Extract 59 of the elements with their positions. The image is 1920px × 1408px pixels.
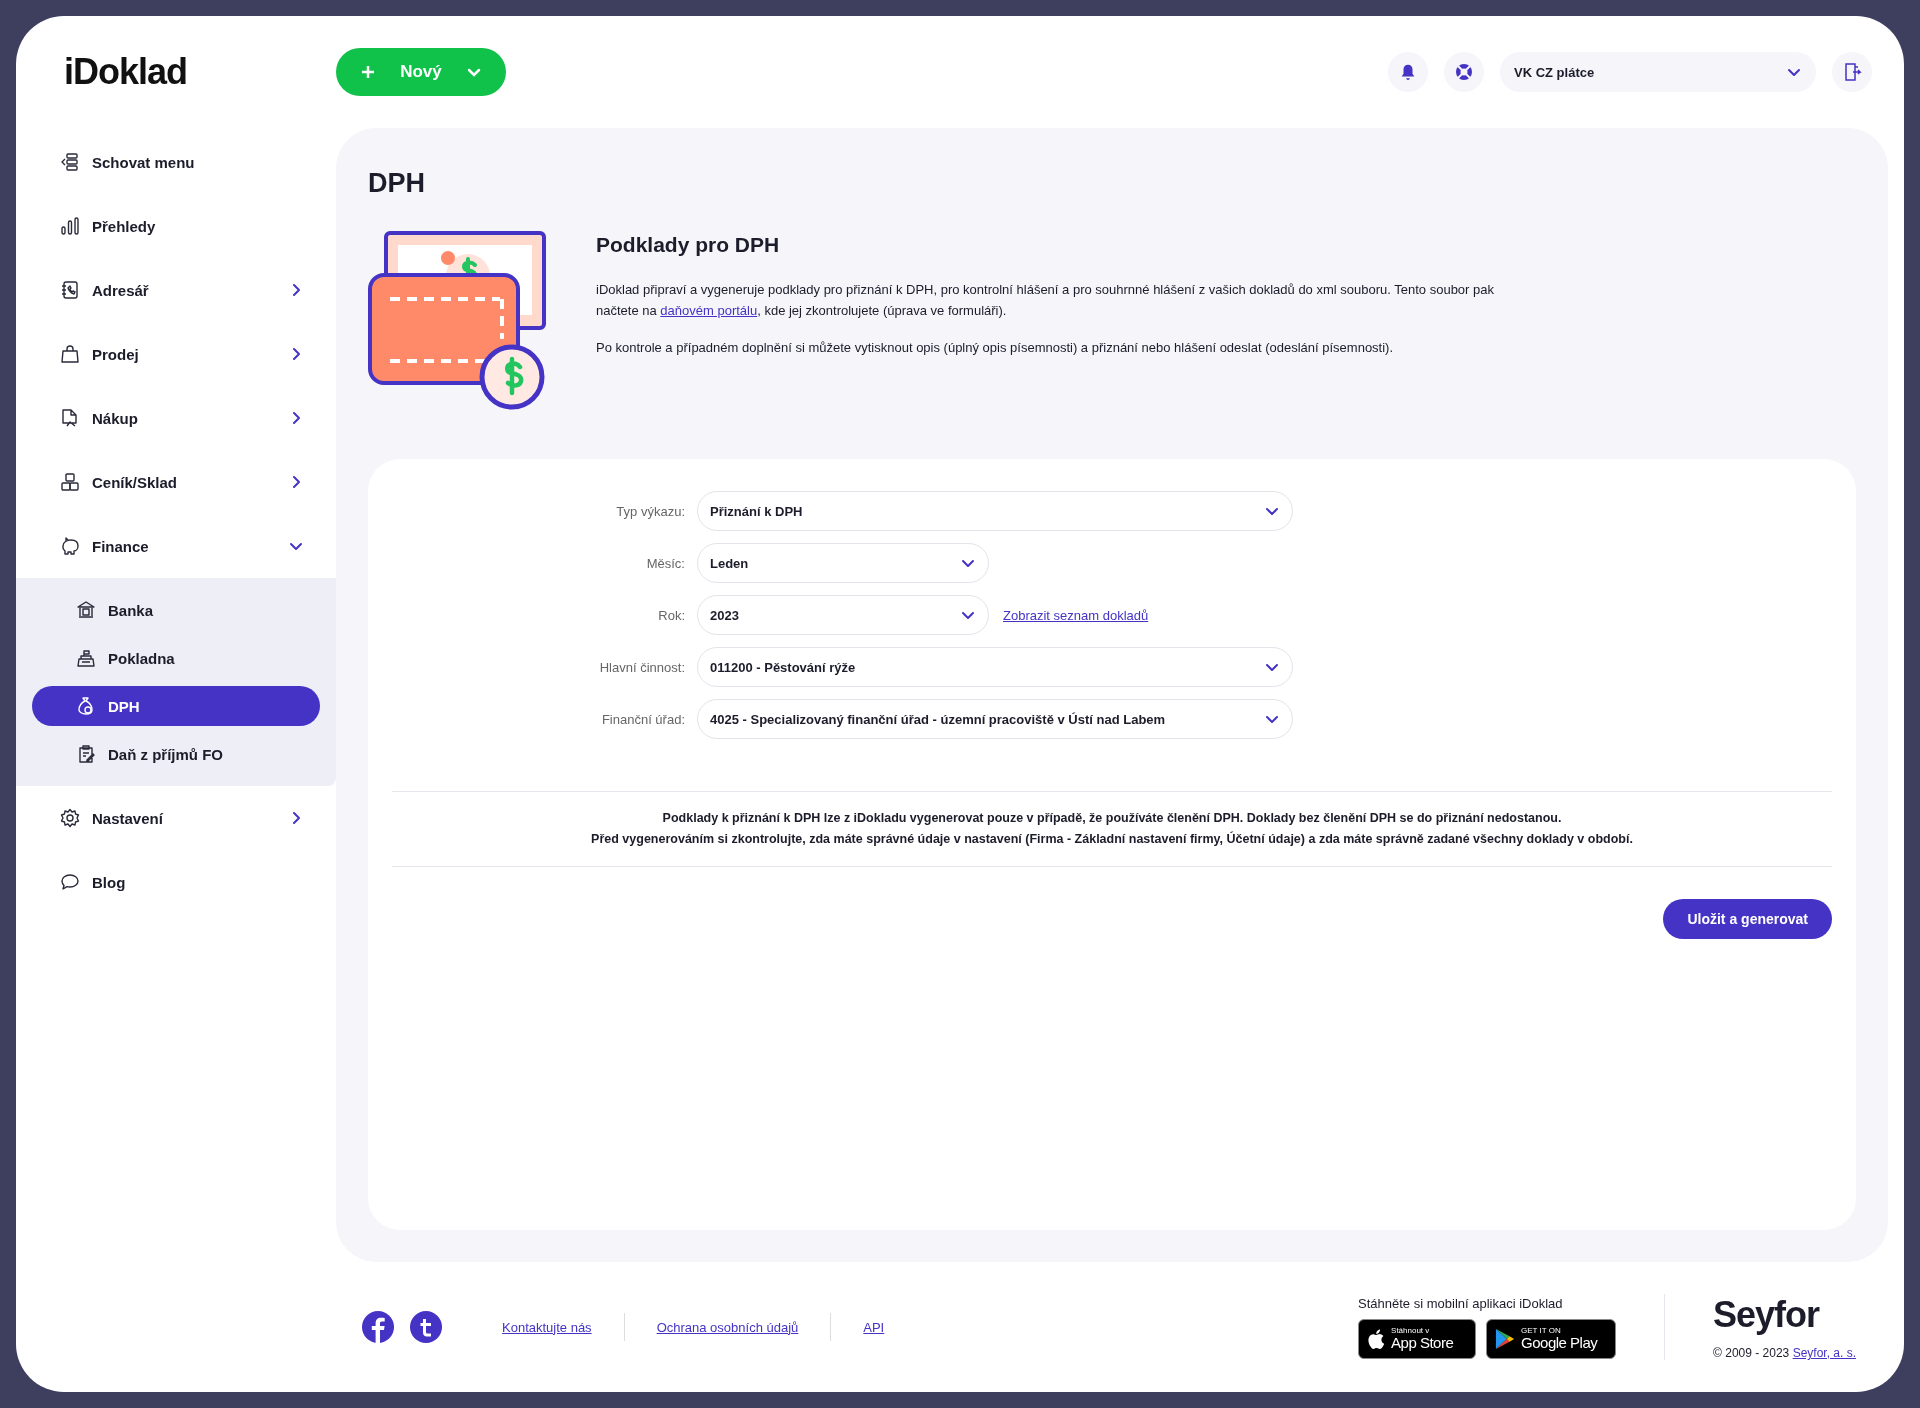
bar-chart-icon (60, 216, 80, 236)
cash-register-icon (76, 648, 96, 668)
sidebar-item[interactable]: Blog (16, 850, 336, 914)
plus-icon (360, 64, 376, 80)
sidebar-item[interactable]: Nákup (16, 386, 336, 450)
logout-button[interactable] (1832, 52, 1872, 92)
section-heading: Podklady pro DPH (596, 233, 781, 257)
page-title: DPH (368, 168, 426, 199)
copyright-text: © 2009 - 2023 Seyfor, a. s. (1713, 1346, 1856, 1360)
field-label: Typ výkazu: (615, 503, 685, 519)
footer-link[interactable]: API (863, 1319, 885, 1335)
sidebar-item[interactable]: Adresář (16, 258, 336, 322)
sidebar-item[interactable]: Přehledy (16, 194, 336, 258)
sidebar-subitem[interactable]: Pokladna (32, 638, 320, 678)
document-list-link[interactable]: Zobrazit seznam dokladů (1003, 607, 1149, 623)
sidebar-subitem[interactable]: Daň z příjmů FO (32, 734, 320, 774)
money-bag-icon (76, 696, 96, 716)
brand-logo: Seyfor (1713, 1294, 1821, 1336)
field-label: Rok: (657, 607, 685, 623)
help-button[interactable] (1444, 52, 1484, 92)
field-label: Finanční úřad: (600, 711, 685, 727)
bell-icon (1399, 63, 1417, 81)
logo[interactable]: iDoklad (64, 51, 288, 93)
company-link[interactable]: Seyfor, a. s. (1792, 1346, 1856, 1360)
settings-icon (60, 808, 80, 828)
door-exit-icon (1842, 62, 1862, 82)
twitter-t-icon[interactable] (410, 1311, 442, 1343)
facebook-icon[interactable] (362, 1311, 394, 1343)
address-book-icon (60, 280, 80, 300)
footer-link[interactable]: Kontaktujte nás (502, 1319, 592, 1335)
field-label: Měsíc: (645, 555, 685, 571)
company-select[interactable]: VK CZ plátce (1500, 52, 1816, 92)
app-store-badge[interactable]: Stáhnout v App Store (1358, 1318, 1477, 1359)
footer-link[interactable]: Ochrana osobních údajů (656, 1319, 799, 1335)
boxes-icon (60, 472, 80, 492)
sidebar-item[interactable]: Finance (16, 514, 336, 578)
intro-paragraph: iDoklad připraví a vygeneruje podklady pro přiznání k DPH, pro kontrolní hlášení a pro souhrnné hlášení z vašich dokladů do xml souboru. Tento soubor pak načtete na daňovém portálu, kde jej zkontrolujete (úprava ve formuláři). (596, 281, 1495, 320)
piggy-bank-icon (60, 536, 80, 556)
app-promo-text: Stáhněte si mobilní aplikaci iDoklad (1358, 1295, 1564, 1311)
document-hand-icon (60, 408, 80, 428)
google-play-badge[interactable]: GET IT ON Google Play (1486, 1318, 1617, 1359)
lifebuoy-icon (1454, 62, 1474, 82)
speech-bubble-icon (60, 872, 80, 892)
sidebar-item[interactable]: Nastavení (16, 786, 336, 850)
sidebar-subitem[interactable]: DPH (32, 686, 320, 726)
menu-icon (60, 152, 80, 172)
sidebar-item[interactable]: Prodej (16, 322, 336, 386)
save-generate-button[interactable]: Uložit a generovat (1663, 899, 1832, 939)
sidebar-item[interactable]: Schovat menu (16, 130, 336, 194)
intro-paragraph: Po kontrole a případném doplnění si můžete vytisknout opis (úplný opis písemnosti) a přiznání nebo hlášení odeslat (odeslání písemnosti). (596, 339, 1395, 357)
shopping-bag-icon (60, 344, 80, 364)
clipboard-icon (76, 744, 96, 764)
notifications-button[interactable] (1388, 52, 1428, 92)
notice-text: Před vygenerováním si zkontrolujte, zda máte správné údaje v nastavení (Firma - Základní nastavení firmy, Účetní údaje) a zda máte správně zadané všechny doklady v období. (590, 830, 1634, 848)
bank-icon (76, 600, 96, 620)
field-label: Hlavní činnost: (598, 659, 685, 675)
sidebar-subitem[interactable]: Banka (32, 590, 320, 630)
notice-text: Podklady k přiznání k DPH lze z iDokladu vygenerovat pouze v případě, že používáte členění DPH. Doklady bez členění DPH se do přiznání nedostanou. (661, 810, 1563, 827)
sidebar-item[interactable]: Ceník/Sklad (16, 450, 336, 514)
